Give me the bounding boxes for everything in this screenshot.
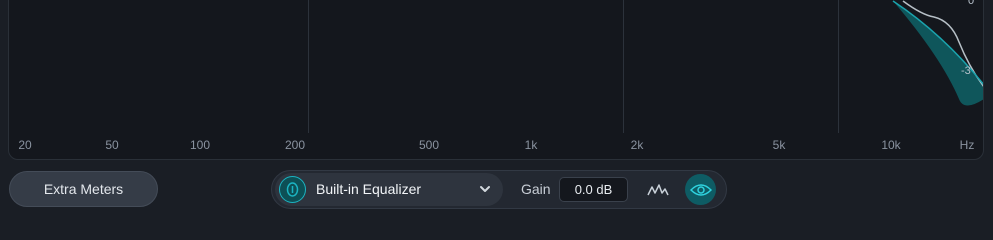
freq-unit-label: Hz: [959, 138, 975, 152]
frequency-response-graph[interactable]: 0 -3 20 50 100 200 500 1k 2k 5k 10k Hz: [8, 0, 984, 160]
gain-value-field[interactable]: 0.0 dB: [559, 177, 628, 202]
eq-curve-fill: [893, 1, 983, 106]
eye-icon: [689, 183, 712, 196]
db-label-minus-3: -3: [961, 65, 971, 77]
spectrum-icon: [647, 184, 669, 196]
freq-label-1k: 1k: [524, 138, 538, 152]
equalizer-toolbar: Built-in Equalizer Gain 0.0 dB: [271, 170, 727, 209]
freq-label-100: 100: [189, 138, 211, 152]
extra-meters-button[interactable]: Extra Meters: [9, 171, 158, 207]
freq-label-200: 200: [284, 138, 306, 152]
equalizer-name: Built-in Equalizer: [316, 181, 422, 197]
power-icon: [286, 182, 299, 197]
gain-label: Gain: [521, 181, 551, 197]
freq-label-50: 50: [105, 138, 119, 152]
freq-label-10k: 10k: [881, 138, 901, 152]
equalizer-selector[interactable]: Built-in Equalizer: [275, 173, 503, 206]
chevron-down-icon: [480, 186, 490, 192]
freq-label-20: 20: [18, 138, 32, 152]
freq-label-5k: 5k: [772, 138, 786, 152]
eq-curve: [892, 0, 983, 106]
equalizer-power-button[interactable]: [279, 176, 306, 203]
freq-label-2k: 2k: [630, 138, 644, 152]
spectrum-toggle-button[interactable]: [646, 179, 670, 201]
freq-label-500: 500: [418, 138, 440, 152]
db-label-0: 0: [968, 0, 975, 7]
visibility-toggle-button[interactable]: [685, 174, 716, 205]
